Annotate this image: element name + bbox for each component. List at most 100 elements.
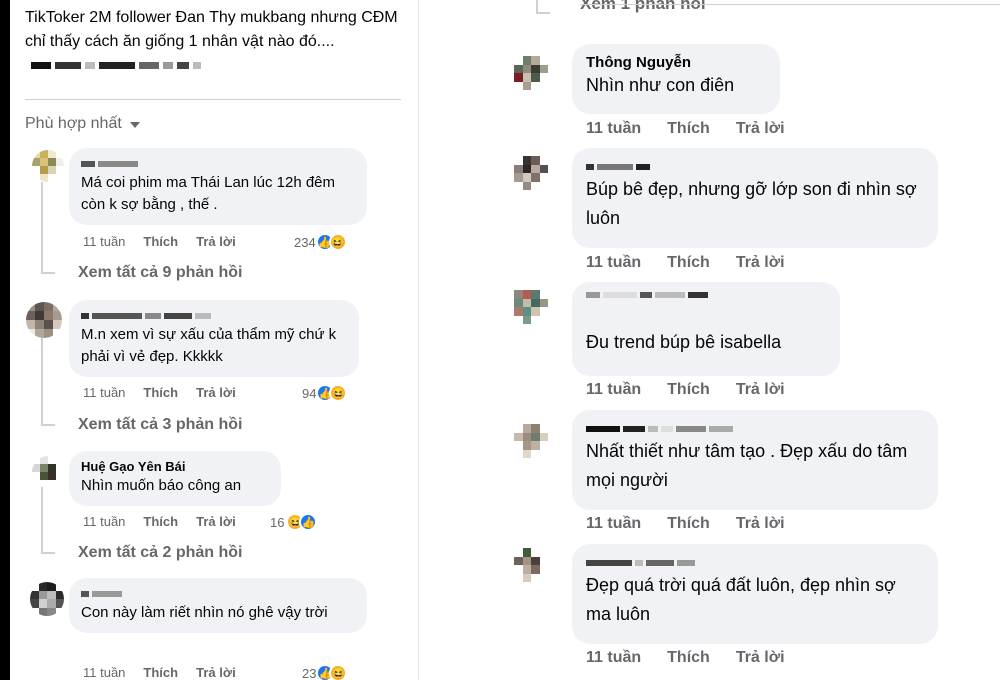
haha-icon: 😆 — [328, 233, 347, 251]
author-name-redacted[interactable] — [81, 307, 347, 324]
author-name-redacted[interactable] — [81, 585, 355, 602]
reply-button[interactable]: Trả lời — [736, 254, 785, 272]
like-button[interactable]: Thích — [667, 120, 710, 138]
comment-actions: 11 tuần Thích Trả lời — [83, 234, 236, 249]
comment-bubble: Đu trend búp bê isabella — [572, 282, 840, 376]
avatar[interactable] — [32, 150, 64, 182]
comment-text: Má coi phim ma Thái Lan lúc 12h đêm còn … — [81, 174, 336, 213]
author-name[interactable]: Huệ Gạo Yên Bái — [81, 458, 269, 475]
sort-dropdown[interactable]: Phù hợp nhất — [25, 115, 140, 133]
avatar[interactable] — [26, 302, 62, 338]
author-name-redacted[interactable] — [586, 158, 924, 175]
comment-bubble: M.n xem vì sự xấu của thẩm mỹ chứ k phải… — [69, 300, 359, 377]
thread-hook — [41, 552, 55, 554]
author-name-redacted[interactable] — [586, 420, 924, 437]
avatar[interactable] — [30, 582, 64, 616]
comment-time[interactable]: 11 tuần — [586, 649, 641, 667]
comment-text: Đẹp quá trời quá đất luôn, đẹp nhìn sợ m… — [586, 575, 896, 624]
divider — [25, 99, 401, 100]
haha-icon: 😆 — [329, 384, 348, 402]
comment-actions: 11 tuần Thích Trả lời — [586, 515, 785, 533]
panel-gutter — [418, 0, 502, 680]
comment-text: Nhìn như con điên — [586, 75, 735, 95]
author-name-redacted[interactable] — [586, 292, 826, 328]
view-replies-link[interactable]: Xem tất cả 3 phản hồi — [78, 416, 242, 434]
like-button[interactable]: Thích — [667, 515, 710, 533]
reaction-count: 94 — [302, 385, 317, 401]
avatar[interactable] — [514, 424, 548, 458]
like-button[interactable]: Thích — [667, 381, 710, 399]
comment-time[interactable]: 11 tuần — [83, 385, 125, 400]
comment-time[interactable]: 11 tuần — [586, 381, 641, 399]
thread-line — [41, 336, 43, 426]
like-button[interactable]: Thích — [143, 514, 178, 529]
reaction-count: 16 — [270, 514, 285, 530]
avatar[interactable] — [32, 456, 64, 488]
comment-time[interactable]: 11 tuần — [83, 234, 125, 249]
reaction-summary[interactable]: 16 😆 👍 — [270, 513, 318, 531]
comment-bubble: Huệ Gạo Yên Bái Nhìn muốn báo công an — [69, 451, 281, 506]
thread-line — [41, 182, 43, 274]
avatar[interactable] — [514, 290, 548, 324]
comment-time[interactable]: 11 tuần — [83, 514, 125, 529]
author-name[interactable]: Thông Nguyễn — [586, 54, 766, 71]
like-button[interactable]: Thích — [143, 665, 178, 680]
thread-hook — [536, 12, 550, 14]
reaction-count: 234 — [294, 234, 316, 250]
right-comments-panel: Xem 1 phản hồi Thông Nguyễn Nhìn như con… — [502, 0, 1000, 680]
like-button[interactable]: Thích — [143, 234, 178, 249]
author-name-redacted[interactable] — [81, 155, 355, 172]
comment-actions: 11 tuần Thích Trả lời — [586, 254, 785, 272]
divider — [580, 4, 1000, 5]
left-comments-panel: TikToker 2M follower Đan Thy mukbang như… — [10, 0, 418, 680]
comment-bubble: Nhất thiết như tâm tạo . Đẹp xấu do tâm … — [572, 410, 938, 510]
like-button[interactable]: Thích — [667, 649, 710, 667]
comment-text: Đu trend búp bê isabella — [586, 332, 782, 352]
avatar[interactable] — [514, 156, 548, 190]
reaction-summary[interactable]: 234 👍 😆 — [294, 233, 347, 251]
comment-time[interactable]: 11 tuần — [83, 665, 125, 680]
reaction-count: 23 — [302, 665, 317, 680]
comment-text: Nhất thiết như tâm tạo . Đẹp xấu do tâm … — [586, 441, 908, 490]
view-replies-link[interactable]: Xem 1 phản hồi — [580, 0, 706, 14]
comment-time[interactable]: 11 tuần — [586, 120, 641, 138]
like-button[interactable]: Thích — [143, 385, 178, 400]
view-replies-link[interactable]: Xem tất cả 9 phản hồi — [78, 264, 242, 282]
reply-button[interactable]: Trả lời — [196, 385, 236, 400]
comment-actions: 11 tuần Thích Trả lời — [83, 385, 236, 400]
view-replies-link[interactable]: Xem tất cả 2 phản hồi — [78, 544, 242, 562]
reply-button[interactable]: Trả lời — [196, 665, 236, 680]
reaction-summary[interactable]: 94 👍 😆 — [302, 384, 348, 402]
comment-actions: 11 tuần Thích Trả lời — [83, 514, 236, 529]
comment-bubble: Má coi phim ma Thái Lan lúc 12h đêm còn … — [69, 148, 367, 225]
comment-time[interactable]: 11 tuần — [586, 515, 641, 533]
post-caption: TikToker 2M follower Đan Thy mukbang như… — [25, 6, 405, 78]
comment-actions: 11 tuần Thích Trả lời — [586, 120, 785, 138]
comment-text: Con này làm riết nhìn nó ghê vậy trời — [81, 604, 328, 621]
window-edge — [0, 0, 10, 680]
haha-icon: 😆 — [329, 664, 348, 680]
comment-text: M.n xem vì sự xấu của thẩm mỹ chứ k phải… — [81, 326, 337, 365]
reaction-summary[interactable]: 23 👍 😆 — [302, 664, 348, 680]
sort-label: Phù hợp nhất — [25, 115, 122, 132]
thread-hook — [41, 424, 55, 426]
reply-button[interactable]: Trả lời — [196, 514, 236, 529]
comment-bubble: Búp bê đẹp, nhưng gỡ lớp son đi nhìn sợ … — [572, 148, 938, 248]
reply-button[interactable]: Trả lời — [736, 515, 785, 533]
avatar[interactable] — [514, 548, 548, 582]
reply-button[interactable]: Trả lời — [736, 381, 785, 399]
reply-button[interactable]: Trả lời — [736, 120, 785, 138]
like-button[interactable]: Thích — [667, 254, 710, 272]
panel-divider — [418, 0, 419, 680]
reply-button[interactable]: Trả lời — [196, 234, 236, 249]
thread-line — [41, 486, 43, 554]
comment-text: Nhìn muốn báo công an — [81, 477, 242, 494]
comment-bubble: Thông Nguyễn Nhìn như con điên — [572, 44, 780, 114]
reply-button[interactable]: Trả lời — [736, 649, 785, 667]
avatar[interactable] — [514, 56, 548, 90]
comment-actions: 11 tuần Thích Trả lời — [586, 381, 785, 399]
comment-actions: 11 tuần Thích Trả lời — [586, 649, 785, 667]
comment-time[interactable]: 11 tuần — [586, 254, 641, 272]
like-icon: 👍 — [299, 513, 318, 531]
author-name-redacted[interactable] — [586, 554, 924, 571]
